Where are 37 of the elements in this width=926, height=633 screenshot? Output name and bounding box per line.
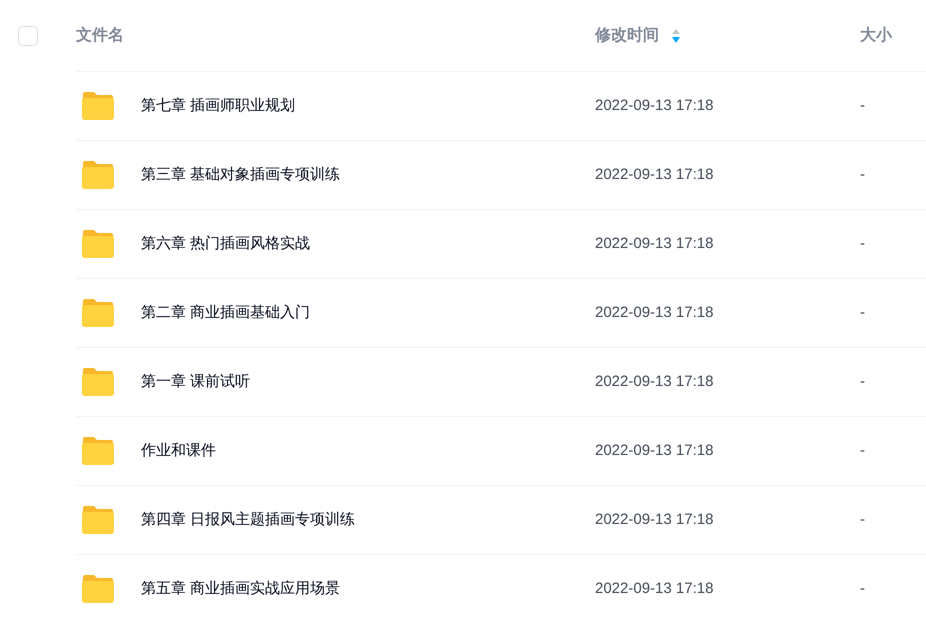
folder-name[interactable]: 第三章 基础对象插画专项训练 (141, 164, 340, 186)
file-size: - (860, 510, 865, 530)
modified-time: 2022-09-13 17:18 (595, 372, 714, 392)
folder-icon (81, 367, 115, 397)
modified-time: 2022-09-13 17:18 (595, 302, 714, 323)
column-header[interactable]: 大小 (860, 24, 892, 48)
modified-time: 2022-09-13 17:18 (595, 96, 714, 116)
file-size: - (860, 96, 865, 116)
folder-name[interactable]: 第五章 商业插画实战应用场景 (141, 578, 340, 600)
column-header[interactable]: 文件名 (76, 24, 124, 48)
modified-time: 2022-09-13 17:18 (595, 440, 714, 461)
folder-icon (81, 91, 115, 121)
modified-time: 2022-09-13 17:18 (595, 164, 714, 185)
folder-name[interactable]: 第一章 课前试听 (141, 370, 250, 394)
modified-time: 2022-09-13 17:18 (595, 578, 714, 599)
file-size: - (860, 234, 865, 254)
folder-icon (81, 298, 115, 328)
file-size: - (860, 302, 865, 323)
file-size: - (860, 372, 865, 392)
folder-icon (81, 229, 115, 259)
sort-icon[interactable] (671, 28, 681, 44)
modified-time: 2022-09-13 17:18 (595, 234, 714, 254)
file-size: - (860, 164, 865, 185)
folder-name[interactable]: 第四章 日报风主题插画专项训练 (141, 508, 356, 532)
folder-name[interactable]: 第七章 插画师职业规划 (141, 94, 296, 118)
folder-icon (81, 436, 115, 466)
column-header[interactable]: 修改时间 (595, 24, 659, 48)
file-size: - (860, 440, 865, 461)
folder-name[interactable]: 作业和课件 (141, 440, 216, 462)
folder-name[interactable]: 第六章 热门插画风格实战 (141, 232, 310, 256)
modified-time: 2022-09-13 17:18 (595, 510, 714, 530)
select-all-checkbox[interactable] (18, 26, 38, 46)
folder-icon (81, 574, 115, 604)
file-size: - (860, 578, 865, 599)
folder-icon (81, 160, 115, 190)
folder-icon (81, 505, 115, 535)
folder-name[interactable]: 第二章 商业插画基础入门 (141, 302, 310, 324)
